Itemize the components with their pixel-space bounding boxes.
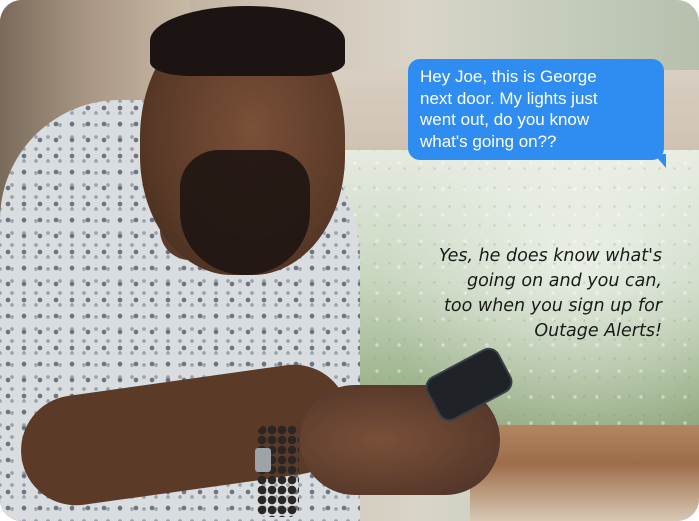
caption-line: Yes, he does know what's <box>438 246 662 266</box>
beard <box>180 150 310 275</box>
message-line: what's going on?? <box>420 131 557 151</box>
message-text: Hey Joe, this is George next door. My li… <box>420 66 654 152</box>
promo-caption: Yes, he does know what's going on and yo… <box>400 244 662 344</box>
message-line: next door. My lights just <box>420 88 598 108</box>
window-sill <box>470 425 699 521</box>
message-line: went out, do you know <box>420 110 590 129</box>
caption-line: too when you sign up for <box>444 296 662 316</box>
text-message-bubble: Hey Joe, this is George next door. My li… <box>408 59 666 168</box>
hair <box>150 6 345 76</box>
bracelet-clasp <box>255 448 271 472</box>
message-line: Hey Joe, this is George <box>420 67 597 86</box>
caption-line: going on and you can, <box>466 271 662 291</box>
photo: Hey Joe, this is George next door. My li… <box>0 0 699 521</box>
caption-line: Outage Alerts! <box>534 321 662 341</box>
